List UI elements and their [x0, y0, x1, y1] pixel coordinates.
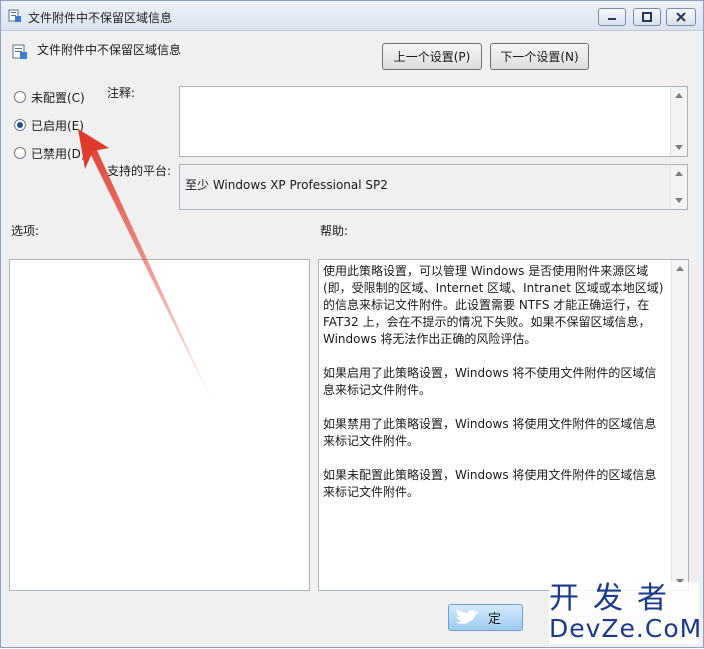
arrow-shaft: [89, 148, 218, 414]
policy-setting-window: 文件附件中不保留区域信息 文件附件中不保留区域信息 上一个设置(P) 下一个设置…: [0, 0, 704, 648]
arrow-head: [78, 129, 109, 169]
annotation-arrow: [78, 129, 218, 414]
